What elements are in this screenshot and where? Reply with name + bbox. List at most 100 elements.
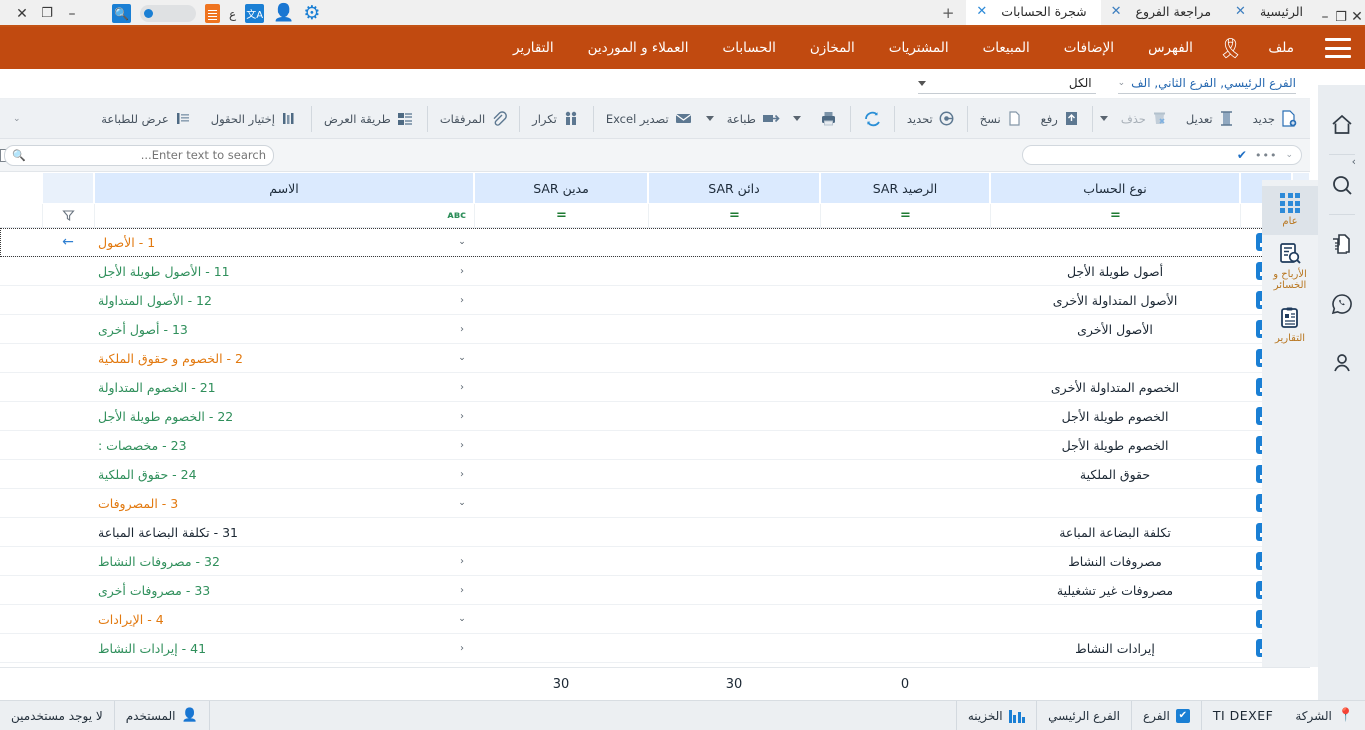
rail-search-button[interactable] (1318, 155, 1365, 214)
menu-item-addons[interactable]: الإضافات (1047, 40, 1131, 56)
table-row[interactable]: الأصول المتداولة الأخرى‹12 - الأصول المت… (0, 286, 1310, 315)
status-branch-name[interactable]: الفرع الرئيسي (1036, 701, 1131, 730)
duplicate-button[interactable]: تكرار (523, 103, 590, 135)
refresh-button[interactable] (854, 103, 891, 135)
menu-item-index[interactable]: الفهرس (1131, 40, 1210, 56)
list-icon[interactable] (205, 4, 220, 23)
window-minimize-icon[interactable]: – (1317, 9, 1333, 25)
menu-item-sales[interactable]: المبيعات (966, 40, 1047, 56)
saved-filter-dropdown[interactable]: ⌄ ••• ✔ (1022, 145, 1302, 165)
delete-button[interactable]: حذف (1112, 103, 1177, 135)
search-input[interactable] (30, 148, 266, 162)
filter-funnel-cell[interactable] (42, 204, 94, 227)
rail-documents-button[interactable] (1318, 215, 1365, 274)
sidebar-item-general[interactable]: عام (1262, 186, 1318, 235)
epsilon-icon[interactable]: ع (229, 7, 236, 21)
minimize-icon[interactable]: – (64, 6, 80, 22)
ribbon-icon[interactable]: 🎗 (1210, 38, 1251, 58)
chevron-left-icon[interactable]: ‹ (456, 585, 468, 596)
chevron-down-icon[interactable]: ⌄ (1118, 78, 1126, 88)
column-header-balance[interactable]: الرصيد SAR (820, 172, 990, 204)
toggle-switch[interactable] (140, 5, 196, 22)
chevron-down-icon[interactable]: ⌄ (456, 353, 468, 363)
column-header-name[interactable]: الاسم (94, 172, 474, 204)
chevron-down-icon[interactable] (918, 81, 926, 86)
tab-close-icon[interactable]: ✕ (1111, 5, 1122, 18)
table-row[interactable]: ⌄4 - الإيرادات (0, 605, 1310, 634)
restore-icon[interactable]: ❐ (39, 6, 55, 21)
choose-fields-button[interactable]: إختيار الحقول (202, 103, 308, 135)
chevron-down-icon[interactable]: ⌄ (456, 498, 468, 508)
status-user[interactable]: 👤 المستخدم (115, 701, 210, 730)
translate-icon[interactable]: 文A (245, 4, 264, 23)
chevron-left-icon[interactable]: ‹ (456, 556, 468, 567)
table-row[interactable]: الخصوم المتداولة الأخرى‹21 - الخصوم المت… (0, 373, 1310, 402)
new-button[interactable]: جديد (1244, 103, 1306, 135)
branch-selector[interactable]: الفرع الرئيسي, الفرع الثاني, الف ⌄ (1118, 74, 1296, 94)
print-dropdown-caret[interactable] (793, 116, 801, 121)
status-treasury[interactable]: الخزينه (956, 701, 1036, 730)
chevron-down-icon[interactable]: ⌄ (456, 614, 468, 624)
status-company-name[interactable]: TI DEXEF (1201, 701, 1284, 730)
attachments-button[interactable]: المرفقات (431, 103, 516, 135)
filter-name[interactable]: ᴀʙᴄ (94, 204, 474, 227)
close-icon[interactable]: ✕ (14, 6, 30, 22)
rail-user-button[interactable] (1318, 333, 1365, 392)
upload-button[interactable]: رفع (1032, 103, 1089, 135)
copy-button[interactable]: نسخ (971, 103, 1032, 135)
sidebar-item-reports[interactable]: التقارير (1262, 299, 1318, 352)
window-restore-icon[interactable]: ❐ (1333, 10, 1349, 25)
panel-collapse-chevron[interactable]: › (1352, 155, 1356, 168)
chevron-left-icon[interactable]: ‹ (456, 266, 468, 277)
mail-button[interactable]: تصدير Excel (597, 103, 702, 135)
table-row[interactable]: ⌄2 - الخصوم و حقوق الملكية (0, 344, 1310, 373)
window-close-icon[interactable]: ✕ (1349, 9, 1365, 25)
back-arrow-icon[interactable]: ← (62, 235, 74, 249)
settings-icon[interactable]: ⚙ (303, 4, 320, 23)
table-row[interactable]: إيرادات النشاط‹41 - إيرادات النشاط (0, 634, 1310, 663)
export-dropdown-caret[interactable] (706, 116, 714, 121)
rail-whatsapp-button[interactable] (1318, 274, 1365, 333)
tab-1[interactable]: مراجعة الفروع✕ (1101, 0, 1225, 25)
print-button[interactable] (805, 103, 847, 135)
table-row[interactable]: ⌄1 - الأصول← (0, 228, 1310, 257)
rail-home-button[interactable] (1318, 95, 1365, 154)
menu-item-purchases[interactable]: المشتريات (872, 40, 966, 56)
user-icon[interactable]: 👤 (273, 5, 294, 22)
table-row[interactable]: الخصوم طويلة الأجل‹22 - الخصوم طويلة الأ… (0, 402, 1310, 431)
new-tab-button[interactable]: + (930, 4, 967, 25)
filter-debit[interactable]: = (474, 204, 648, 227)
search-box[interactable]: 🔍 (4, 145, 274, 166)
tab-close-icon[interactable]: ✕ (1235, 5, 1246, 18)
table-row[interactable]: تكلفة البضاعة المباعة31 - تكلفة البضاعة … (0, 518, 1310, 547)
menu-item-stores[interactable]: المخازن (793, 40, 872, 56)
chevron-left-icon[interactable]: ‹ (456, 440, 468, 451)
chevron-left-icon[interactable]: ‹ (456, 469, 468, 480)
toolbar-overflow-button[interactable]: ⌄ (4, 103, 30, 135)
edit-button[interactable]: تعديل (1177, 103, 1244, 135)
tab-close-icon[interactable]: ✕ (976, 5, 987, 18)
search-icon[interactable]: 🔍 (112, 4, 131, 23)
tab-2[interactable]: شجرة الحسابات✕ (966, 0, 1100, 25)
column-header-credit[interactable]: دائن SAR (648, 172, 820, 204)
menu-item-accounts[interactable]: الحسابات (706, 40, 793, 56)
export-excel-button[interactable]: طباعة (718, 103, 789, 135)
chevron-left-icon[interactable]: ‹ (456, 643, 468, 654)
table-row[interactable]: مصروفات النشاط‹32 - مصروفات النشاط (0, 547, 1310, 576)
filter-credit[interactable]: = (648, 204, 820, 227)
table-row[interactable]: مصروفات غير تشغيلية‹33 - مصروفات أخرى (0, 576, 1310, 605)
sidebar-item-profit-loss[interactable]: الأرباح و الخسائر (1262, 235, 1318, 299)
chevron-left-icon[interactable]: ‹ (456, 324, 468, 335)
filter-account-type[interactable]: = (990, 204, 1240, 227)
delete-dropdown-caret[interactable] (1100, 116, 1108, 121)
menu-item-reports[interactable]: التقارير (496, 40, 571, 56)
hamburger-menu-icon[interactable] (1325, 38, 1351, 58)
table-row[interactable]: ⌄3 - المصروفات (0, 489, 1310, 518)
print-preview-button[interactable]: عرض للطباعة (92, 103, 202, 135)
table-row[interactable]: الخصوم طويلة الأجل‹23 - مخصصات : (0, 431, 1310, 460)
scope-selector[interactable]: الكل (918, 74, 1096, 94)
filter-balance[interactable]: = (820, 204, 990, 227)
chevron-left-icon[interactable]: ‹ (456, 411, 468, 422)
select-button[interactable]: تحديد (898, 103, 964, 135)
table-row[interactable]: أصول طويلة الأجل‹11 - الأصول طويلة الأجل (0, 257, 1310, 286)
